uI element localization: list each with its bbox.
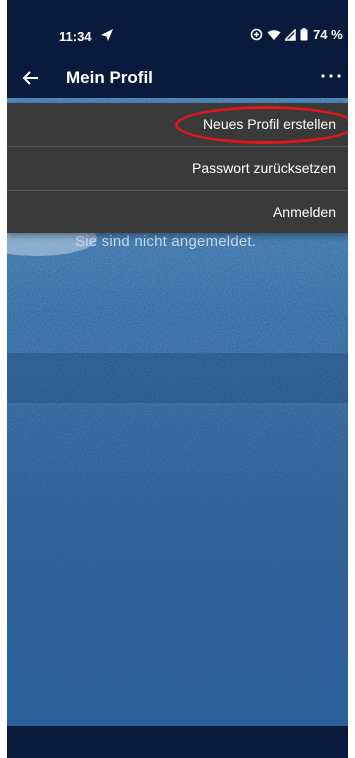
back-arrow-icon[interactable] <box>21 68 41 88</box>
signal-icon <box>285 28 296 41</box>
frame-edge <box>0 0 7 758</box>
highlight-annotation <box>175 106 355 144</box>
battery-icon <box>300 28 308 41</box>
frame-edge <box>348 0 355 758</box>
menu-item-reset-password[interactable]: Passwort zurücksetzen <box>7 147 348 190</box>
page-title: Mein Profil <box>66 68 153 87</box>
status-bar: 11:34 74 % <box>7 0 348 58</box>
not-logged-in-message: Sie sind nicht angemeldet. <box>75 233 257 250</box>
status-time: 11:34 <box>59 29 92 44</box>
status-icons: 74 % <box>250 27 343 42</box>
wifi-icon <box>267 29 281 40</box>
phone-screen: 11:34 74 % Mein Profil Sie sind nicht an… <box>0 0 355 758</box>
menu-item-login[interactable]: Anmelden <box>7 191 348 234</box>
system-navigation-bar <box>7 726 348 758</box>
app-bar: Mein Profil <box>7 58 348 98</box>
data-saver-icon <box>250 28 263 41</box>
more-options-icon[interactable] <box>320 70 342 82</box>
telegram-send-icon <box>101 29 113 41</box>
battery-percentage: 74 % <box>313 27 343 42</box>
